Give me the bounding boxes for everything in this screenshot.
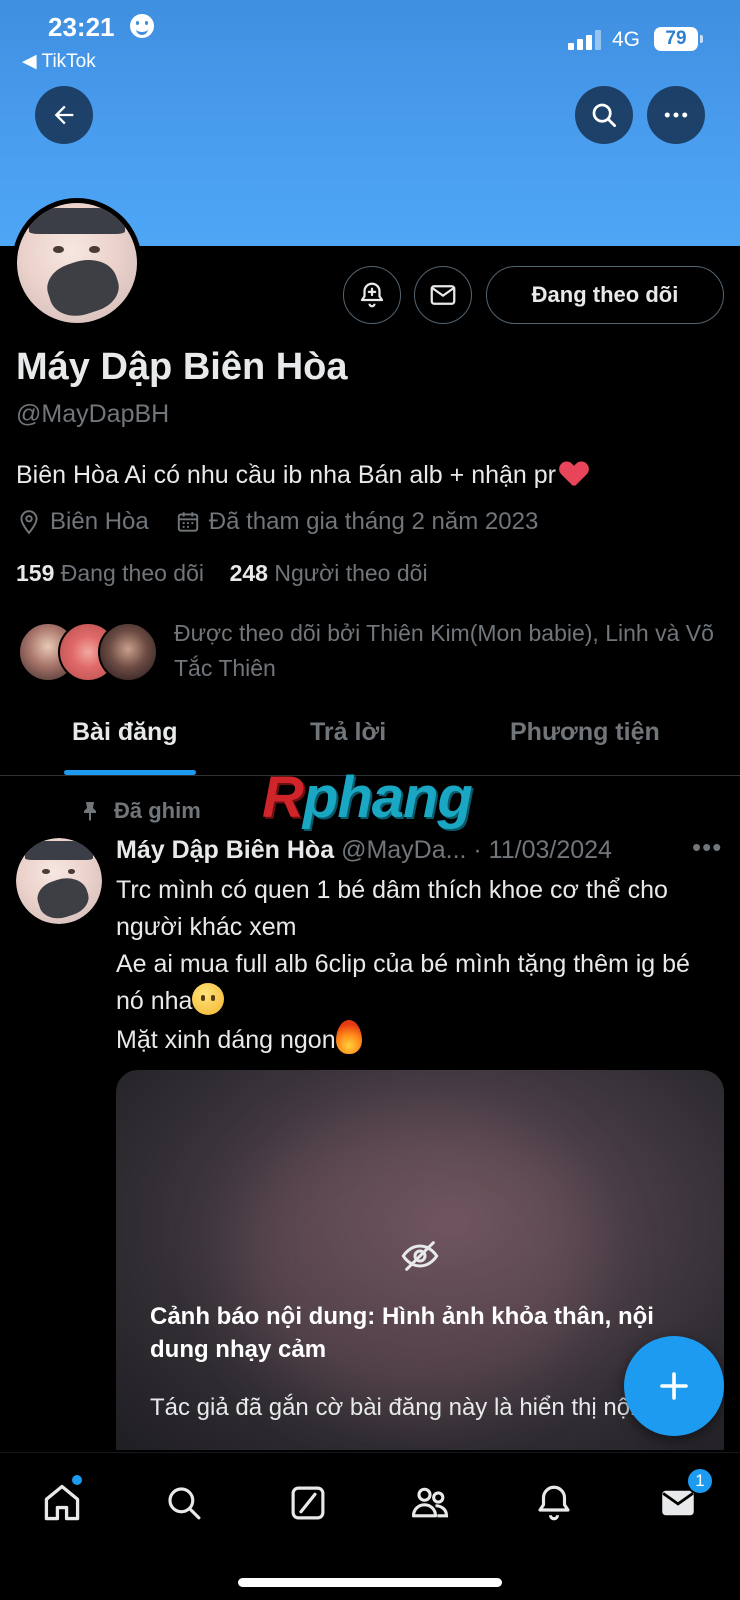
- nav-search[interactable]: [154, 1473, 214, 1533]
- home-icon: [44, 1484, 80, 1521]
- post-line-2: Ae ai mua full alb 6clip của bé mình tặn…: [116, 950, 690, 1015]
- post-author-avatar[interactable]: [16, 838, 102, 924]
- post-line: Trc mình có quen 1 bé dâm thích khoe cơ …: [116, 876, 668, 941]
- post-body: Trc mình có quen 1 bé dâm thích khoe cơ …: [116, 872, 716, 1059]
- follower-avatar: [98, 622, 158, 682]
- followers-count: 248: [229, 560, 268, 586]
- followers-link[interactable]: 248 Người theo dõi: [230, 560, 428, 586]
- followers-label: Người theo dõi: [274, 560, 428, 586]
- profile-bio: Biên Hòa Ai có nhu cầu ib nha Bán alb + …: [16, 460, 588, 490]
- pin-icon: [84, 802, 96, 821]
- eye-off-icon: [401, 1241, 439, 1271]
- post-author-name[interactable]: Máy Dập Biên Hòa: [116, 836, 334, 864]
- location-pin-icon: [20, 510, 38, 535]
- bell-plus-icon: [360, 282, 384, 308]
- compose-button[interactable]: [624, 1336, 724, 1436]
- profile-name: Máy Dập Biên Hòa: [16, 346, 348, 388]
- profile-location: Biên Hòa: [50, 508, 149, 535]
- followed-by-text[interactable]: Được theo dõi bởi Thiên Kim(Mon babie), …: [174, 616, 714, 686]
- nav-home[interactable]: [32, 1473, 92, 1533]
- arrow-left-icon: [54, 105, 74, 125]
- following-count: 159: [16, 560, 55, 586]
- nav-communities[interactable]: [400, 1473, 460, 1533]
- profile-handle: @MayDapBH: [16, 400, 170, 428]
- focus-smiley-icon: [130, 14, 154, 38]
- bell-icon: [538, 1485, 570, 1521]
- pinned-label: Đã ghim: [114, 798, 201, 823]
- watermark-logo: Rphang: [262, 765, 473, 830]
- people-icon: [411, 1487, 449, 1518]
- nav-notifications[interactable]: [524, 1473, 584, 1533]
- fire-emoji-icon: [335, 1020, 362, 1054]
- tab-media[interactable]: Phương tiện: [510, 718, 660, 747]
- following-label: Đang theo dõi: [60, 560, 204, 586]
- face-emoji-icon: [192, 983, 225, 1015]
- search-icon: [592, 103, 616, 127]
- content-warning-title: Cảnh báo nội dung: Hình ảnh khỏa thân, n…: [150, 1303, 654, 1363]
- profile-avatar[interactable]: [12, 198, 142, 328]
- bio-text: Biên Hòa Ai có nhu cầu ib nha Bán alb + …: [16, 461, 556, 489]
- nav-messages[interactable]: 1: [648, 1467, 714, 1533]
- more-options-button[interactable]: [647, 86, 705, 144]
- envelope-icon: [430, 285, 456, 305]
- messages-badge: 1: [686, 1467, 714, 1495]
- network-type: 4G: [612, 28, 641, 51]
- plus-icon: [660, 1372, 688, 1400]
- pinned-indicator: Đã ghim: [78, 798, 201, 824]
- calendar-icon: [177, 512, 198, 532]
- post-handle-date: @MayDa... · 11/03/2024: [341, 836, 612, 864]
- search-button[interactable]: [575, 86, 633, 144]
- post-more-icon[interactable]: •••: [692, 832, 722, 863]
- home-indicator[interactable]: [238, 1578, 502, 1587]
- search-icon: [168, 1487, 201, 1520]
- notify-button[interactable]: [343, 266, 401, 324]
- home-unread-dot: [72, 1475, 82, 1485]
- followed-by-avatars[interactable]: [18, 622, 158, 684]
- following-button[interactable]: Đang theo dõi: [486, 266, 724, 324]
- post-line-3: Mặt xinh dáng ngon: [116, 1020, 716, 1059]
- back-to-app-link[interactable]: ◀ TikTok: [22, 50, 96, 73]
- signal-icon: [568, 30, 602, 50]
- post-header: Máy Dập Biên Hòa @MayDa... · 11/03/2024: [116, 836, 612, 865]
- active-tab-indicator: [64, 770, 196, 775]
- tab-replies[interactable]: Trả lời: [310, 718, 386, 747]
- battery-icon: 79: [654, 27, 703, 51]
- tab-posts[interactable]: Bài đăng: [72, 718, 178, 747]
- more-horizontal-icon: [664, 112, 688, 118]
- status-time: 23:21: [48, 12, 115, 42]
- profile-joined: Đã tham gia tháng 2 năm 2023: [208, 508, 539, 535]
- following-link[interactable]: 159 Đang theo dõi: [16, 560, 204, 586]
- back-button[interactable]: [35, 86, 93, 144]
- grok-slash-icon: [291, 1486, 325, 1520]
- profile-stats: 159 Đang theo dõi 248 Người theo dõi: [16, 560, 428, 587]
- nav-grok[interactable]: [278, 1473, 338, 1533]
- heart-emoji-icon: [560, 460, 588, 486]
- message-button[interactable]: [414, 266, 472, 324]
- profile-meta: Biên Hòa Đã tham gia tháng 2 năm 2023: [16, 508, 538, 536]
